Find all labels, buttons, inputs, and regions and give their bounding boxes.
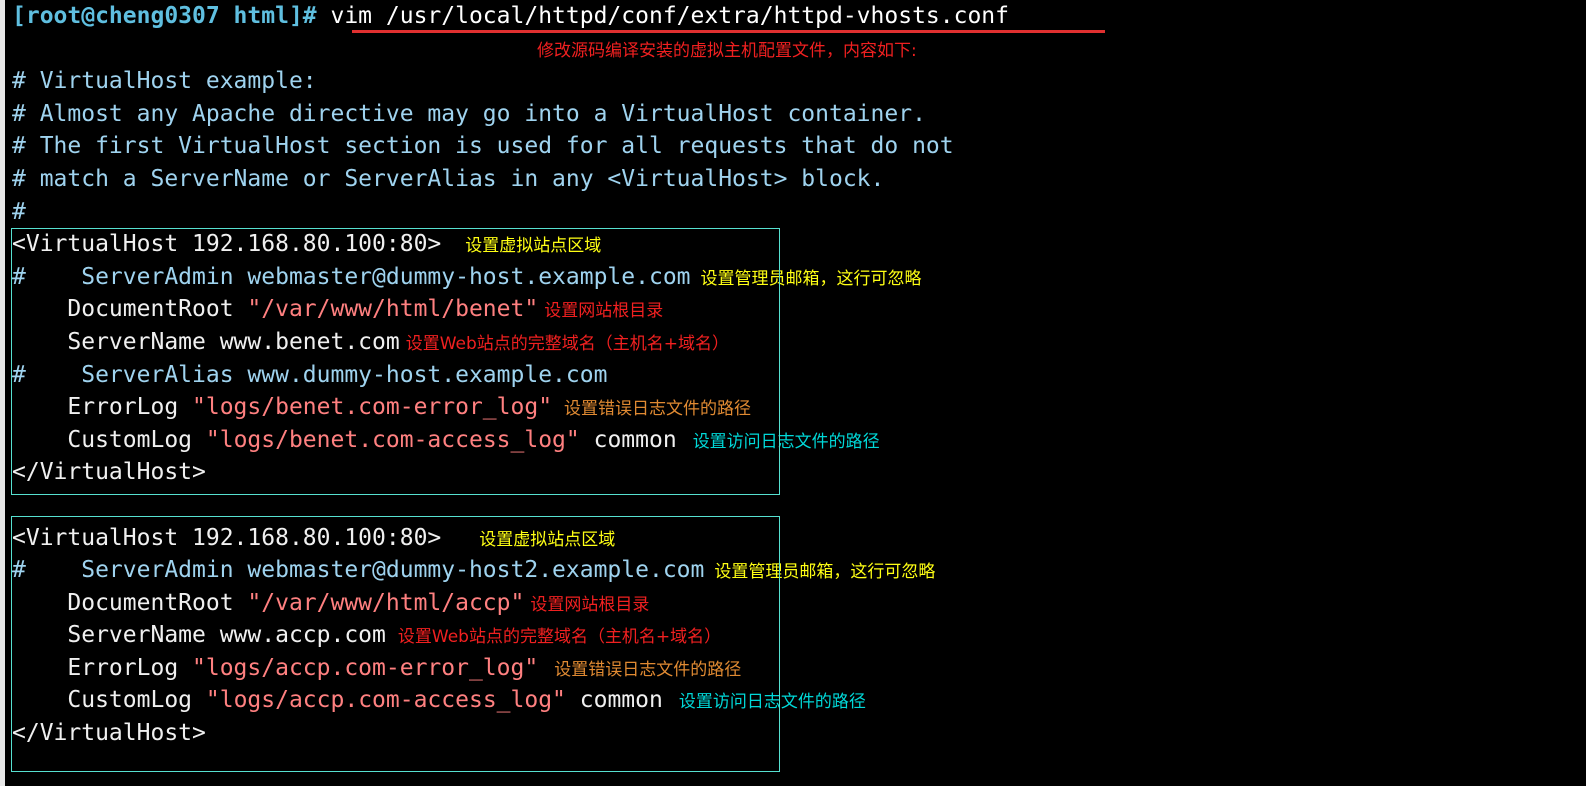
header-comment-text: # Almost any Apache directive may go int… — [12, 100, 926, 127]
header-comment-text: # VirtualHost example: — [12, 68, 317, 95]
header-comment-line: # The first VirtualHost section is used … — [12, 130, 1586, 163]
vhost1-serveradmin-line: # ServerAdmin webmaster@dummy-host.examp… — [12, 261, 1586, 294]
vhost2-documentroot-annotation: 设置网站根目录 — [530, 594, 650, 615]
vhost1-open-tag: <VirtualHost 192.168.80.100:80> — [12, 231, 442, 258]
vhost2-servername-text: ServerName www.accp.com — [12, 622, 386, 649]
header-comment-text: # — [12, 198, 26, 225]
vhost2-documentroot-value: "/var/www/html/accp" — [247, 589, 525, 616]
vhost1-open-tag-annotation: 设置虚拟站点区域 — [465, 236, 602, 257]
vhost1-errorlog-line: ErrorLog "logs/benet.com-error_log" 设置错误日… — [12, 391, 1586, 424]
vhost2-customlog-value: "logs/accp.com-access_log" — [205, 687, 566, 714]
vhost2-servername-line: ServerName www.accp.com 设置Web站点的完整域名（主机名+… — [12, 619, 1586, 652]
vhost1-documentroot-line: DocumentRoot "/var/www/html/benet" 设置网站根目… — [12, 293, 1586, 326]
vhost1-customlog-line: CustomLog "logs/benet.com-access_log" co… — [12, 424, 1586, 457]
vhost2-errorlog-key: ErrorLog — [12, 654, 193, 681]
vhost2-open-tag-line: <VirtualHost 192.168.80.100:80> 设置虚拟站点区域 — [12, 522, 1586, 555]
vhost1-customlog-annotation: 设置访问日志文件的路径 — [692, 431, 880, 452]
block-separator-line — [12, 489, 1586, 522]
window-left-edge-strip — [0, 0, 5, 786]
vhost1-customlog-suffix: common — [579, 426, 677, 453]
vhost2-errorlog-line: ErrorLog "logs/accp.com-error_log" 设置错误日志… — [12, 652, 1586, 685]
header-comment-line: # — [12, 196, 1586, 229]
vhost1-open-tag-line: <VirtualHost 192.168.80.100:80> 设置虚拟站点区域 — [12, 228, 1586, 261]
vhost1-serveradmin-text: # ServerAdmin webmaster@dummy-host.examp… — [12, 263, 691, 290]
vhost1-serveradmin-annotation: 设置管理员邮箱，这行可忽略 — [700, 268, 922, 289]
command-line: [root@cheng0307 html]# vim /usr/local/ht… — [12, 0, 1586, 33]
vhost1-servername-annotation: 设置Web站点的完整域名（主机名+域名） — [405, 333, 730, 354]
vhost2-serveradmin-annotation: 设置管理员邮箱，这行可忽略 — [714, 562, 936, 583]
vhost1-customlog-key: CustomLog — [12, 426, 206, 453]
vhost2-open-tag: <VirtualHost 192.168.80.100:80> — [12, 524, 442, 551]
vhost2-servername-annotation: 设置Web站点的完整域名（主机名+域名） — [397, 627, 722, 648]
terminal-window: [root@cheng0307 html]# vim /usr/local/ht… — [0, 0, 1586, 786]
header-comment-text: # match a ServerName or ServerAlias in a… — [12, 165, 885, 192]
vhost2-customlog-suffix: common — [565, 687, 663, 714]
vhost1-customlog-value: "logs/benet.com-access_log" — [205, 426, 580, 453]
shell-prompt: [root@cheng0307 html]# — [12, 3, 317, 29]
vhost1-close-tag: </VirtualHost> — [12, 459, 206, 486]
terminal-text-area: [root@cheng0307 html]# vim /usr/local/ht… — [12, 0, 1586, 750]
vhost1-documentroot-annotation: 设置网站根目录 — [544, 301, 664, 322]
header-comment-line: # VirtualHost example: — [12, 65, 1586, 98]
vhost1-servername-text: ServerName www.benet.com — [12, 328, 400, 355]
vhost2-open-tag-annotation: 设置虚拟站点区域 — [479, 529, 616, 550]
vhost2-close-tag: </VirtualHost> — [12, 720, 206, 747]
vhost2-customlog-key: CustomLog — [12, 687, 206, 714]
vhost1-documentroot-value: "/var/www/html/benet" — [247, 296, 539, 323]
vhost2-customlog-annotation: 设置访问日志文件的路径 — [678, 692, 866, 713]
header-comment-line: # match a ServerName or ServerAlias in a… — [12, 163, 1586, 196]
vim-command: vim /usr/local/httpd/conf/extra/httpd-vh… — [316, 3, 1009, 29]
vhost1-errorlog-value: "logs/benet.com-error_log" — [192, 394, 553, 421]
header-comment-line: # Almost any Apache directive may go int… — [12, 98, 1586, 131]
vhost2-customlog-line: CustomLog "logs/accp.com-access_log" com… — [12, 684, 1586, 717]
vhost1-close-tag-line: </VirtualHost> — [12, 456, 1586, 489]
command-red-underline — [352, 30, 1105, 33]
vhost2-errorlog-value: "logs/accp.com-error_log" — [192, 654, 539, 681]
vhost2-errorlog-annotation: 设置错误日志文件的路径 — [554, 659, 742, 680]
vhost1-serveralias-text: # ServerAlias www.dummy-host.example.com — [12, 361, 608, 388]
command-annotation: 修改源码编译安装的虚拟主机配置文件，内容如下: — [537, 40, 917, 61]
vhost1-servername-line: ServerName www.benet.com 设置Web站点的完整域名（主机名… — [12, 326, 1586, 359]
vhost2-documentroot-key: DocumentRoot — [12, 589, 248, 616]
vhost1-errorlog-key: ErrorLog — [12, 394, 193, 421]
vhost2-documentroot-line: DocumentRoot "/var/www/html/accp" 设置网站根目录 — [12, 587, 1586, 620]
vhost1-errorlog-annotation: 设置错误日志文件的路径 — [564, 399, 752, 420]
vhost2-close-tag-line: </VirtualHost> — [12, 717, 1586, 750]
vhost2-serveradmin-line: # ServerAdmin webmaster@dummy-host2.exam… — [12, 554, 1586, 587]
vhost1-serveralias-line: # ServerAlias www.dummy-host.example.com — [12, 359, 1586, 392]
vhost2-serveradmin-text: # ServerAdmin webmaster@dummy-host2.exam… — [12, 557, 705, 584]
header-comment-text: # The first VirtualHost section is used … — [12, 133, 954, 160]
command-annotation-line: 修改源码编译安装的虚拟主机配置文件，内容如下: — [12, 33, 1586, 66]
vhost1-documentroot-key: DocumentRoot — [12, 296, 248, 323]
